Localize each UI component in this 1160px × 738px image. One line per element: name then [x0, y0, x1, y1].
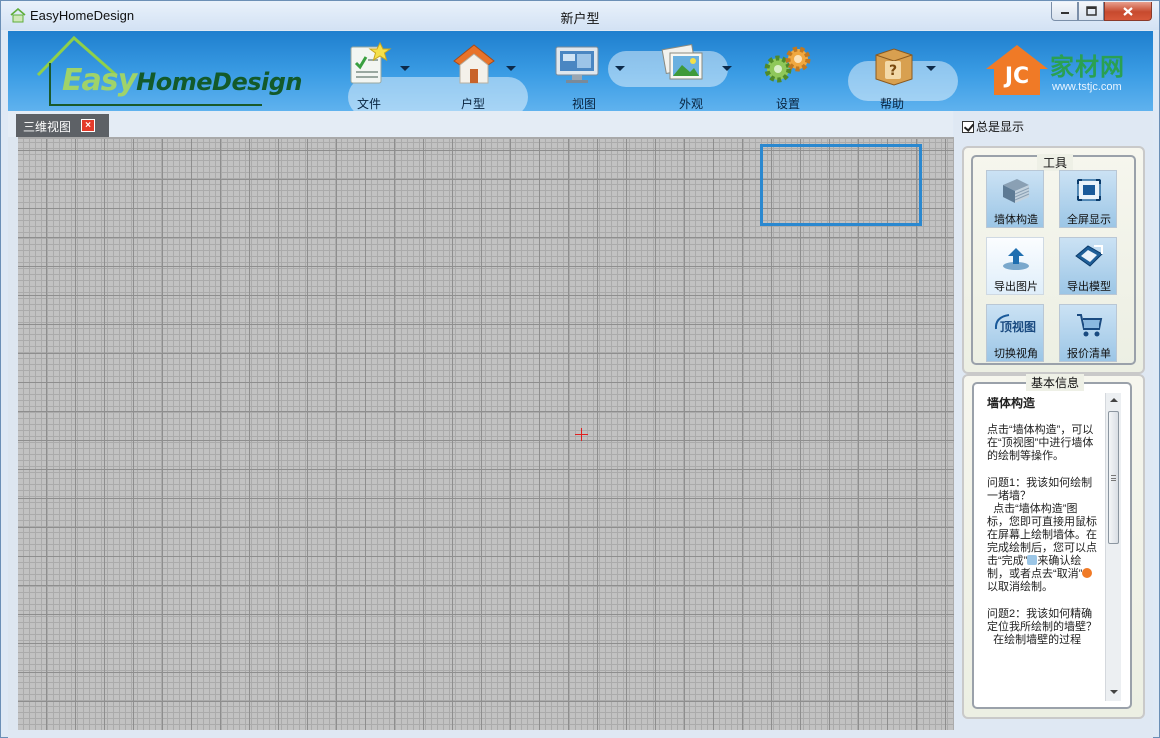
help-box-icon: ?: [875, 48, 913, 86]
navigator-viewport-box[interactable]: [760, 144, 922, 226]
cancel-icon: [1082, 568, 1093, 578]
chevron-down-icon: [926, 66, 936, 71]
easyhomedesign-logo: EasyHomeDesign: [36, 33, 302, 111]
main-toolbar: EasyHomeDesign 文件 户型 视图 外观 设置 ? 帮助 JC 家材…: [8, 31, 1153, 111]
brand-house-icon: JC: [986, 45, 1048, 95]
logo-easy-text: Easy: [62, 63, 137, 98]
brand-mark-text: JC: [1003, 64, 1029, 89]
chevron-down-icon: [400, 66, 410, 71]
close-window-button[interactable]: [1104, 2, 1152, 21]
wall-construct-label: 墙体构造: [994, 214, 1038, 226]
top-view-badge-text: 顶视图: [1000, 319, 1036, 334]
fullscreen-button[interactable]: 全屏显示: [1059, 170, 1117, 228]
export-image-icon: [1003, 248, 1029, 270]
info-scrollbar[interactable]: [1105, 393, 1121, 701]
chevron-down-icon: [722, 66, 732, 71]
pictures-icon: [661, 43, 703, 80]
crosshair-cursor: [575, 428, 588, 441]
status-bar: [8, 730, 1153, 738]
document-check-icon: [350, 41, 392, 84]
svg-text:?: ?: [889, 63, 897, 79]
toolbar-file-label: 文件: [356, 97, 381, 111]
info-paragraph: 问题2：我该如何精确定位我所绘制的墙壁？ 在绘制墙壁的过程: [987, 608, 1097, 646]
info-text-area: 墙体构造 点击“墙体构造”，可以在“顶视图”中进行墙体的绘制等操作。 问题1：我…: [987, 397, 1099, 701]
fullscreen-label: 全屏显示: [1067, 214, 1111, 226]
toolbar-appearance-menu[interactable]: 外观: [660, 31, 732, 111]
minimize-icon: [1060, 12, 1069, 14]
export-model-icon: [1075, 245, 1103, 267]
done-icon: [1027, 555, 1038, 565]
tools-group-title: 工具: [1037, 154, 1074, 171]
toolbar-floorplan-label: 户型: [460, 97, 485, 111]
canvas-gutter: [8, 137, 18, 730]
logo-home-text: HomeDesign: [136, 68, 302, 96]
tab-3d-view[interactable]: 三维视图 ×: [16, 114, 109, 137]
always-show-option[interactable]: 总是显示: [962, 118, 1024, 135]
wall-construct-button[interactable]: 墙体构造: [986, 170, 1044, 228]
switch-view-icon: 顶视图: [994, 314, 1036, 334]
close-icon: [1123, 6, 1133, 16]
info-group-title: 基本信息: [1026, 374, 1085, 391]
tab-3d-view-label: 三维视图: [23, 120, 72, 134]
chevron-down-icon: [615, 66, 625, 71]
toolbar-view-menu[interactable]: 视图: [554, 31, 626, 111]
always-show-label: 总是显示: [976, 120, 1025, 134]
toolbar-settings-label: 设置: [775, 97, 800, 111]
toolbar-file-menu[interactable]: 文件: [346, 31, 418, 111]
wall-icon: [1003, 179, 1030, 203]
title-bar[interactable]: EasyHomeDesign 新户型: [1, 1, 1159, 30]
scroll-thumb[interactable]: [1108, 411, 1119, 544]
house-icon: [453, 44, 495, 84]
chevron-down-icon: [506, 66, 516, 71]
switch-view-button[interactable]: 顶视图 切换视角: [986, 304, 1044, 362]
document-tab-strip: 三维视图 ×: [8, 111, 953, 137]
export-image-button[interactable]: 导出图片: [986, 237, 1044, 295]
toolbar-help-menu[interactable]: ? 帮助: [870, 31, 942, 111]
always-show-checkbox[interactable]: [962, 120, 974, 133]
monitor-icon: [555, 46, 599, 83]
toolbar-view-label: 视图: [571, 97, 596, 111]
maximize-icon: [1085, 6, 1097, 16]
brand-url: www.tstjc.com: [1052, 81, 1122, 93]
switch-view-label: 切换视角: [994, 348, 1038, 360]
minimize-button[interactable]: [1051, 2, 1078, 21]
export-model-button[interactable]: 导出模型: [1059, 237, 1117, 295]
quote-list-label: 报价清单: [1067, 348, 1111, 360]
cart-icon: [1077, 314, 1103, 337]
brand-logo: JC 家材网 www.tstjc.com: [980, 43, 1150, 103]
grip-icon: [1111, 475, 1116, 481]
quote-list-button[interactable]: 报价清单: [1059, 304, 1117, 362]
document-title: 新户型: [560, 11, 600, 26]
fullscreen-icon: [1077, 179, 1101, 201]
toolbar-help-label: 帮助: [879, 97, 904, 111]
scroll-down-arrow-icon[interactable]: [1110, 690, 1118, 694]
gears-icon: [764, 46, 811, 83]
maximize-button[interactable]: [1078, 2, 1104, 21]
brand-name: 家材网: [1050, 54, 1125, 81]
export-image-label: 导出图片: [994, 281, 1038, 293]
toolbar-floorplan-menu[interactable]: 户型: [450, 31, 522, 111]
scroll-up-arrow-icon[interactable]: [1110, 398, 1118, 402]
app-window: EasyHomeDesign 新户型 EasyHomeDesign 文件 户型 …: [0, 0, 1160, 738]
info-heading: 墙体构造: [987, 397, 1036, 410]
info-paragraph: 问题1：我该如何绘制一堵墙？ 点击“墙体构造”图标，您即可直接用鼠标在屏幕上绘制…: [987, 477, 1097, 593]
export-model-label: 导出模型: [1067, 281, 1111, 293]
info-paragraph: 点击“墙体构造”，可以在“顶视图”中进行墙体的绘制等操作。: [987, 424, 1094, 462]
toolbar-settings-menu[interactable]: 设置: [760, 31, 820, 111]
close-tab-icon[interactable]: ×: [81, 119, 95, 132]
toolbar-appearance-label: 外观: [678, 97, 703, 111]
